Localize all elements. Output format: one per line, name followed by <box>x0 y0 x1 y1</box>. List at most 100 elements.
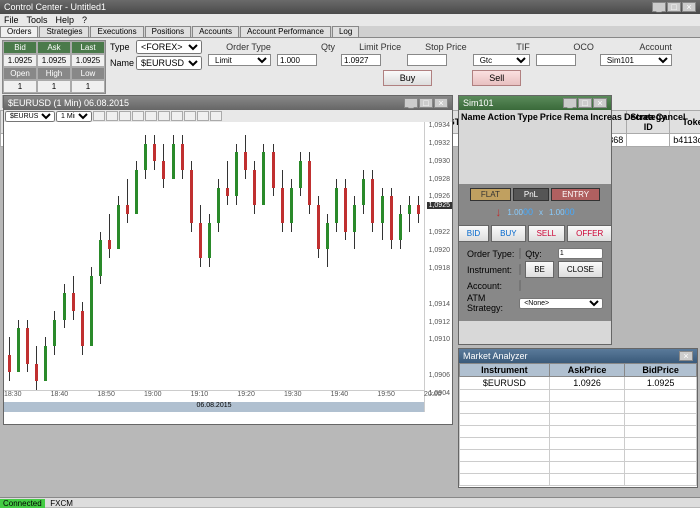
ma-close-icon[interactable]: × <box>679 351 693 361</box>
sim-acc-label: Account: <box>467 281 515 291</box>
strat-icon[interactable] <box>184 111 196 121</box>
chart-min-icon[interactable]: _ <box>404 98 418 108</box>
tab-account-performance[interactable]: Account Performance <box>240 26 331 37</box>
chart-tf-select[interactable]: 1 Min <box>56 111 92 122</box>
y-tick: 1,0934 <box>429 122 450 129</box>
ma-col[interactable]: AskPrice <box>549 364 624 377</box>
main-tabs: OrdersStrategiesExecutionsPositionsAccou… <box>0 26 700 38</box>
sell-button[interactable]: Sell <box>472 70 521 86</box>
close-icon[interactable]: × <box>682 2 696 12</box>
sim-ot-label: Order Type: <box>467 249 515 259</box>
sim-col: Price <box>540 112 562 122</box>
type-label: Type <box>110 42 134 52</box>
sim-col: Cancel <box>656 112 686 122</box>
tab-positions[interactable]: Positions <box>145 26 191 37</box>
pnl-pill[interactable]: PnL <box>513 188 549 201</box>
ma-col[interactable]: BidPrice <box>625 364 697 377</box>
sim-ot-select[interactable]: Market <box>519 248 521 259</box>
quote-cell: Open <box>3 67 37 80</box>
type-select[interactable]: <FOREX> <box>136 40 202 54</box>
tab-accounts[interactable]: Accounts <box>192 26 239 37</box>
draw-icon[interactable] <box>106 111 118 121</box>
y-tick: 1,0928 <box>429 176 450 183</box>
be-button[interactable]: BE <box>525 261 554 278</box>
ma-title: Market Analyzer <box>463 351 528 361</box>
maximize-icon[interactable]: □ <box>667 2 681 12</box>
price-display: ↓ 1.0000 x 1.0000 <box>463 201 607 223</box>
offer-button[interactable]: OFFER <box>567 225 612 242</box>
chart-icon[interactable] <box>145 111 157 121</box>
x-tick: 19:50 <box>377 391 395 398</box>
ma-col[interactable]: Instrument <box>460 364 550 377</box>
sim-inst-select[interactable] <box>519 264 521 275</box>
stop-input[interactable] <box>407 54 447 66</box>
cell: b4113c025 <box>670 134 700 147</box>
quote-cell: Last <box>71 41 105 54</box>
data-icon[interactable] <box>132 111 144 121</box>
quote-cell: 1.0925 <box>37 54 71 67</box>
ma-empty-row <box>460 426 697 438</box>
chart-date: 06.08.2015 <box>4 402 424 412</box>
chart-max-icon[interactable]: □ <box>419 98 433 108</box>
stop-label: Stop Price <box>407 42 467 52</box>
entry-pill[interactable]: ENTRY <box>551 188 600 201</box>
sim-qty-label: Qty: <box>525 249 554 259</box>
limit-input[interactable] <box>341 54 381 66</box>
menu-tools[interactable]: Tools <box>27 15 48 25</box>
name-label: Name <box>110 58 134 68</box>
chart-instrument-select[interactable]: $EURUSD <box>5 111 55 122</box>
sim-sell-button[interactable]: SELL <box>528 225 566 242</box>
oco-input[interactable] <box>536 54 576 66</box>
sim-col: Increas <box>590 112 622 122</box>
props-icon[interactable] <box>158 111 170 121</box>
oco-label: OCO <box>536 42 594 52</box>
menu-help[interactable]: Help <box>56 15 75 25</box>
x-tick: 20:00 <box>424 391 442 398</box>
sim-close-icon[interactable]: × <box>593 98 607 108</box>
ma-empty-row <box>460 450 697 462</box>
bid-button[interactable]: BID <box>458 225 489 242</box>
save-icon[interactable] <box>197 111 209 121</box>
print-icon[interactable] <box>210 111 222 121</box>
y-tick: 1,0926 <box>429 193 450 200</box>
sim-atm-select[interactable]: <None> <box>519 298 603 309</box>
quote-cell: 1 <box>71 80 105 93</box>
tab-log[interactable]: Log <box>332 26 359 37</box>
ma-empty-row <box>460 462 697 474</box>
menu-file[interactable]: File <box>4 15 19 25</box>
chart-area[interactable]: 1,09341,09321,09301,09281,09261,09221,09… <box>4 122 452 412</box>
chart-close-icon[interactable]: × <box>434 98 448 108</box>
y-tick: 1,0906 <box>429 372 450 379</box>
sim-acc-select[interactable]: Sim101 <box>519 280 521 291</box>
x-tick: 19:40 <box>331 391 349 398</box>
sim-min-icon[interactable]: _ <box>563 98 577 108</box>
ordertype-select[interactable]: Limit <box>208 54 271 66</box>
tab-orders[interactable]: Orders <box>0 26 38 37</box>
y-tick: 1,0930 <box>429 158 450 165</box>
cursor-icon[interactable] <box>93 111 105 121</box>
close-button[interactable]: CLOSE <box>558 261 603 278</box>
sim-qty-input[interactable] <box>558 248 603 259</box>
x-tick: 18:50 <box>97 391 115 398</box>
qty-input[interactable] <box>277 54 317 66</box>
ma-empty-row <box>460 414 697 426</box>
ma-row[interactable]: $EURUSD1.09261.0925 <box>460 377 697 390</box>
zoom-icon[interactable] <box>119 111 131 121</box>
limit-label: Limit Price <box>341 42 401 52</box>
sim-buy-button[interactable]: BUY <box>491 225 525 242</box>
name-select[interactable]: $EURUSD <box>136 56 202 70</box>
minimize-icon[interactable]: _ <box>652 2 666 12</box>
account-select[interactable]: Sim101 <box>600 54 672 66</box>
tif-select[interactable]: Gtc <box>473 54 530 66</box>
y-tick: 1,0932 <box>429 140 450 147</box>
flat-pill[interactable]: FLAT <box>470 188 511 201</box>
market-analyzer-window: Market Analyzer × InstrumentAskPriceBidP… <box>458 348 698 488</box>
tab-executions[interactable]: Executions <box>90 26 143 37</box>
sim-max-icon[interactable]: □ <box>578 98 592 108</box>
ind-icon[interactable] <box>171 111 183 121</box>
buy-button[interactable]: Buy <box>383 70 433 86</box>
sim-col: Action <box>488 112 516 122</box>
tab-strategies[interactable]: Strategies <box>39 26 89 37</box>
help-icon[interactable]: ? <box>82 15 87 25</box>
quote-cell: 1.0925 <box>3 54 37 67</box>
